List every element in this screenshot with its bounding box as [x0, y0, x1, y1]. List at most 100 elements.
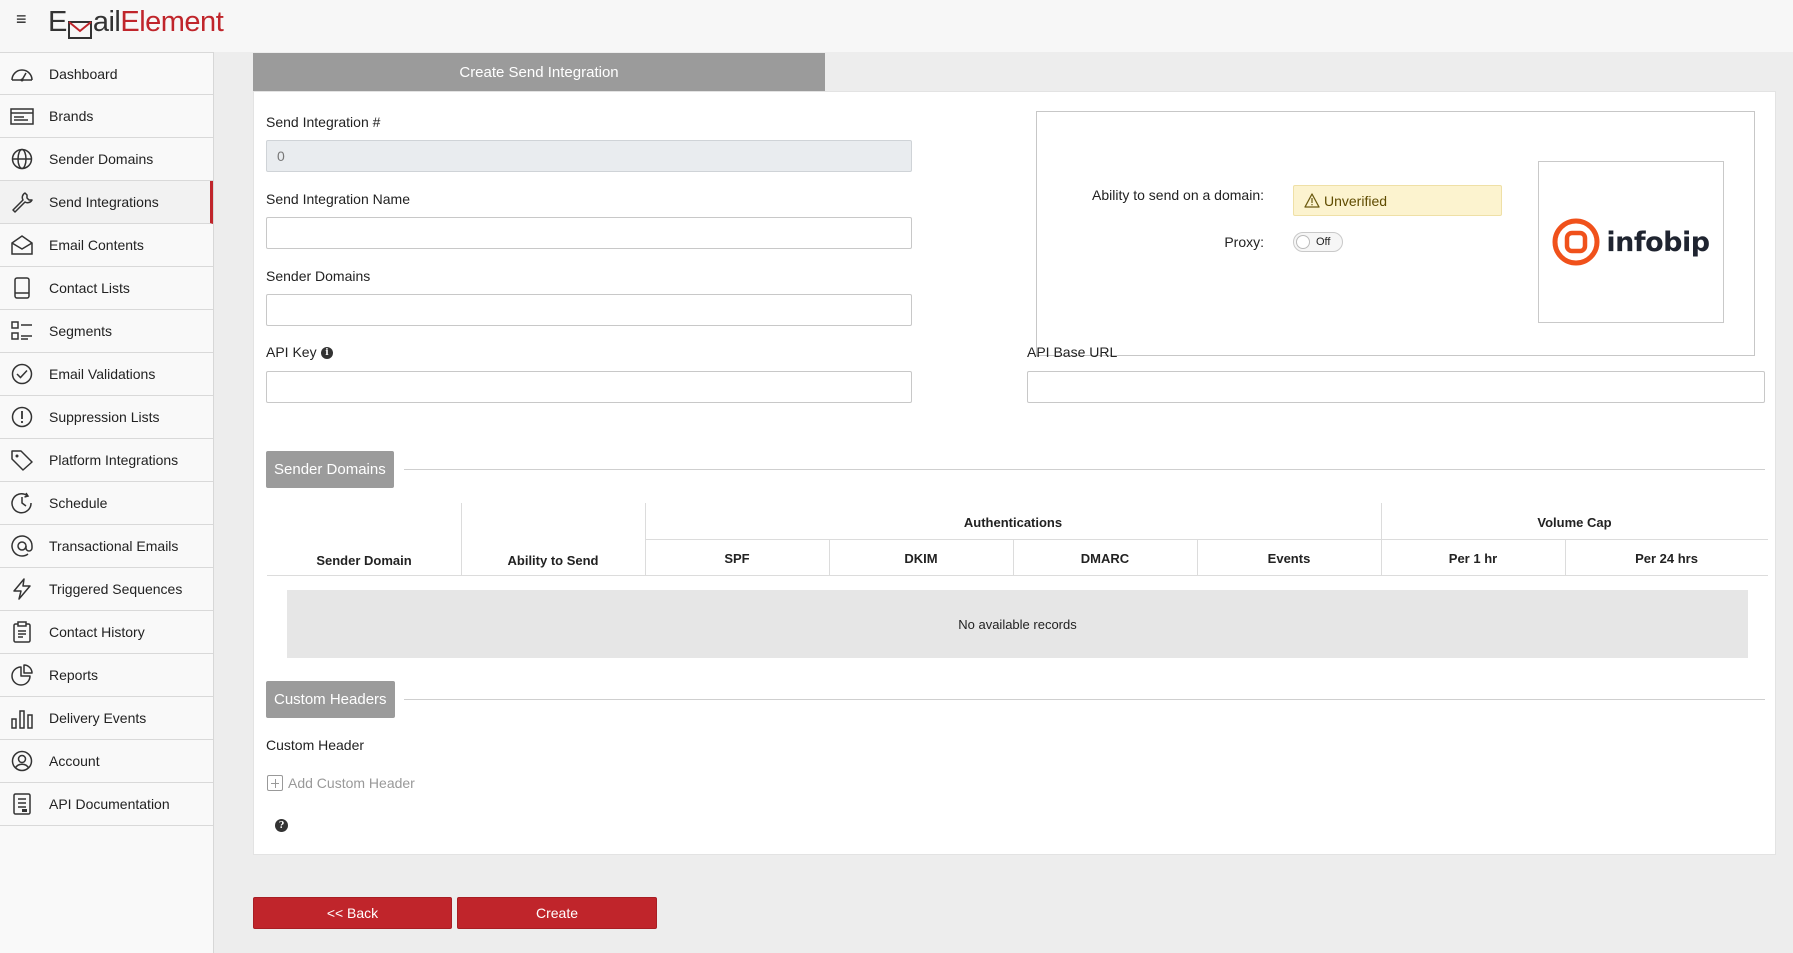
- empty-records-message: No available records: [287, 590, 1748, 658]
- segments-icon: [10, 320, 34, 342]
- sidebar-item-dashboard[interactable]: Dashboard: [0, 52, 213, 95]
- tab-create-send-integration[interactable]: Create Send Integration: [253, 53, 825, 91]
- column-header-per-1-hr[interactable]: Per 1 hr: [1381, 551, 1565, 566]
- sidebar-item-label: Triggered Sequences: [49, 581, 183, 597]
- create-button[interactable]: Create: [457, 897, 657, 929]
- column-header-spf[interactable]: SPF: [645, 551, 829, 566]
- column-header-authentications: Authentications: [963, 515, 1063, 530]
- column-header-volume-cap: Volume Cap: [1537, 515, 1612, 530]
- sidebar-item-label: Account: [49, 753, 100, 769]
- column-header-dkim[interactable]: DKIM: [829, 551, 1013, 566]
- header-bottom-divider: [267, 575, 1768, 576]
- status-badge-text: Unverified: [1324, 192, 1388, 209]
- api-base-url-input[interactable]: [1027, 371, 1765, 403]
- provider-status-panel: Ability to send on a domain: Unverified …: [1036, 111, 1755, 356]
- sidebar-item-label: Schedule: [49, 495, 108, 511]
- provider-logo-box: infobip: [1538, 161, 1724, 323]
- sender-domains-section-header[interactable]: Sender Domains: [266, 451, 394, 488]
- logo-text-element: Element: [120, 5, 224, 38]
- provider-name: infobip: [1606, 226, 1710, 258]
- sidebar-item-transactional-emails[interactable]: Transactional Emails: [0, 525, 213, 568]
- brands-icon: [10, 105, 34, 127]
- sidebar-item-reports[interactable]: Reports: [0, 654, 213, 697]
- top-header: ≡ E ail Element: [0, 0, 1793, 52]
- column-header-sender-domain[interactable]: Sender Domain: [267, 553, 461, 568]
- sidebar-item-schedule[interactable]: Schedule: [0, 482, 213, 525]
- sidebar-item-platform-integrations[interactable]: Platform Integrations: [0, 439, 213, 482]
- add-custom-header-button[interactable]: Add Custom Header: [267, 775, 415, 791]
- sidebar-item-send-integrations[interactable]: Send Integrations: [0, 181, 213, 224]
- integration-name-input[interactable]: [266, 217, 912, 249]
- sidebar-item-contact-lists[interactable]: Contact Lists: [0, 267, 213, 310]
- header-divider: [645, 539, 1768, 540]
- sidebar-item-email-validations[interactable]: Email Validations: [0, 353, 213, 396]
- add-custom-header-label: Add Custom Header: [288, 775, 415, 791]
- sidebar-item-brands[interactable]: Brands: [0, 95, 213, 138]
- column-header-events[interactable]: Events: [1197, 551, 1381, 566]
- logo-text-mail: ail: [92, 5, 121, 38]
- globe-icon: [10, 148, 34, 170]
- proxy-toggle[interactable]: Off: [1293, 232, 1343, 252]
- tag-icon: [10, 449, 34, 471]
- sidebar-item-api-documentation[interactable]: API Documentation: [0, 783, 213, 826]
- sidebar-item-label: Reports: [49, 667, 99, 683]
- help-icon[interactable]: ?: [275, 819, 288, 832]
- integration-number-field: 0: [266, 140, 912, 172]
- column-header-ability-to-send[interactable]: Ability to Send: [461, 553, 645, 568]
- ability-to-send-label: Ability to send on a domain:: [1092, 187, 1264, 203]
- sidebar-item-contact-history[interactable]: Contact History: [0, 611, 213, 654]
- proxy-label: Proxy:: [1224, 234, 1264, 250]
- sender-domains-input[interactable]: [266, 294, 912, 326]
- api-key-info-icon[interactable]: i: [321, 347, 333, 359]
- sidebar-item-account[interactable]: Account: [0, 740, 213, 783]
- check-circle-icon: [10, 363, 34, 385]
- clock-icon: [10, 492, 34, 514]
- custom-headers-section-header[interactable]: Custom Headers: [266, 681, 395, 718]
- sidebar-item-label: API Documentation: [49, 796, 170, 812]
- app-logo[interactable]: E ail Element: [48, 2, 224, 42]
- custom-header-label: Custom Header: [266, 737, 365, 753]
- column-header-per-24-hrs[interactable]: Per 24 hrs: [1565, 551, 1768, 566]
- pie-chart-icon: [10, 664, 34, 686]
- contact-book-icon: [10, 277, 34, 299]
- infobip-mark-icon: [1552, 218, 1600, 266]
- back-button[interactable]: << Back: [253, 897, 452, 929]
- dashboard-icon: [10, 63, 34, 85]
- hamburger-menu-icon[interactable]: ≡: [16, 10, 34, 28]
- clipboard-icon: [10, 621, 34, 643]
- status-badge: Unverified: [1293, 185, 1502, 216]
- sidebar-item-delivery-events[interactable]: Delivery Events: [0, 697, 213, 740]
- envelope-logo-icon: [67, 14, 92, 39]
- sidebar-item-label: Transactional Emails: [49, 538, 179, 554]
- exclamation-circle-icon: [10, 406, 34, 428]
- sidebar: Dashboard Brands Sender Domains Send Integr…: [0, 52, 214, 953]
- logo-letter-e: E: [48, 5, 67, 38]
- api-base-url-label: API Base URL: [1027, 344, 1118, 360]
- document-icon: [10, 793, 34, 815]
- integration-name-label: Send Integration Name: [266, 191, 410, 207]
- api-key-input[interactable]: [266, 371, 912, 403]
- user-circle-icon: [10, 750, 34, 772]
- section-divider: [404, 469, 1765, 470]
- toggle-knob: [1296, 235, 1310, 249]
- sidebar-item-label: Email Validations: [49, 366, 156, 382]
- sidebar-item-label: Suppression Lists: [49, 409, 160, 425]
- sidebar-item-email-contents[interactable]: Email Contents: [0, 224, 213, 267]
- column-header-dmarc[interactable]: DMARC: [1013, 551, 1197, 566]
- sidebar-item-suppression-lists[interactable]: Suppression Lists: [0, 396, 213, 439]
- warning-icon: [1304, 193, 1320, 208]
- sender-domains-label: Sender Domains: [266, 268, 371, 284]
- sidebar-item-label: Segments: [49, 323, 113, 339]
- sidebar-item-label: Dashboard: [49, 65, 118, 82]
- sidebar-item-label: Email Contents: [49, 237, 144, 253]
- at-sign-icon: [10, 535, 34, 557]
- integration-number-label: Send Integration #: [266, 114, 381, 130]
- bar-chart-icon: [10, 707, 34, 729]
- sidebar-item-sender-domains[interactable]: Sender Domains: [0, 138, 213, 181]
- section-divider: [404, 699, 1765, 700]
- wrench-icon: [10, 191, 34, 213]
- sidebar-item-label: Send Integrations: [49, 194, 159, 210]
- lightning-icon: [10, 578, 34, 600]
- sidebar-item-triggered-sequences[interactable]: Triggered Sequences: [0, 568, 213, 611]
- sidebar-item-segments[interactable]: Segments: [0, 310, 213, 353]
